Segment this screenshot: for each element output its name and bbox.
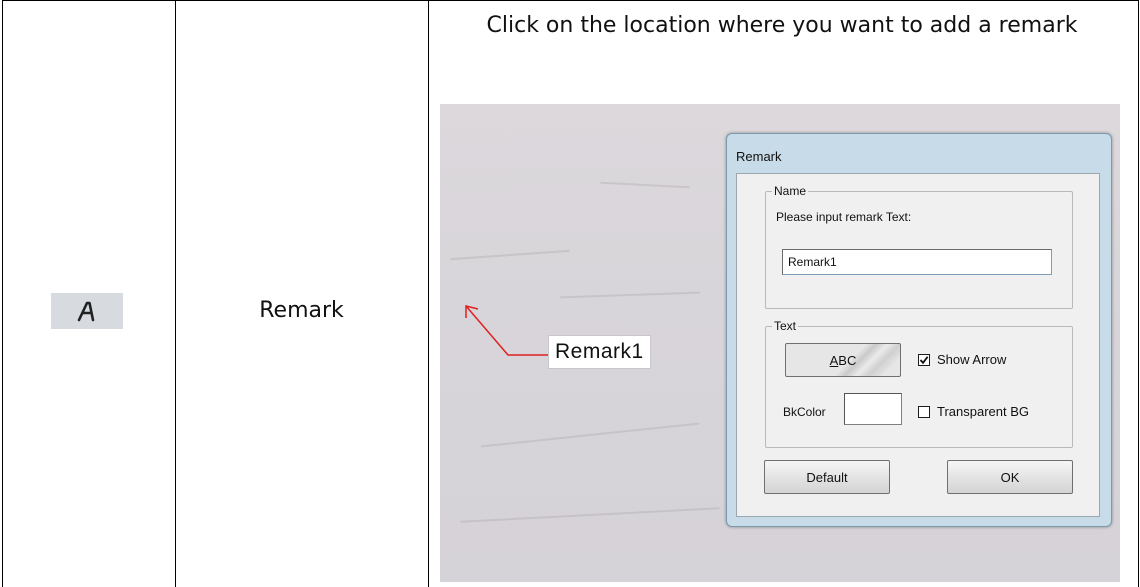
- remark-text-prompt: Please input remark Text:: [776, 210, 912, 224]
- remark-annotation-label[interactable]: Remark1: [548, 335, 651, 369]
- show-arrow-option[interactable]: Show Arrow: [918, 352, 1006, 367]
- tool-description: Click on the location where you want to …: [486, 13, 1078, 38]
- tool-name: Remark: [259, 298, 344, 323]
- letter-a-remark-icon: [77, 301, 95, 322]
- table-top-border: [2, 0, 1138, 1]
- table-border-left: [2, 0, 3, 587]
- remark-tool-icon[interactable]: [51, 293, 123, 329]
- table-column-divider-1: [175, 0, 176, 587]
- text-group-legend: Text: [772, 319, 799, 333]
- remark-dialog: Remark Name Please input remark Text: Te…: [726, 133, 1112, 527]
- remark-example-screenshot: Remark1 Remark Name Please input remark …: [440, 104, 1120, 582]
- dialog-body: Name Please input remark Text: Text ABC …: [736, 173, 1100, 517]
- show-arrow-checkbox[interactable]: [918, 353, 930, 366]
- name-group-legend: Name: [772, 184, 809, 198]
- table-border-right: [1138, 0, 1139, 587]
- table-column-divider-2: [428, 0, 429, 587]
- checkmark-icon: [919, 355, 929, 364]
- transparent-bg-label: Transparent BG: [937, 404, 1030, 419]
- show-arrow-label: Show Arrow: [937, 352, 1007, 367]
- default-button[interactable]: Default: [764, 460, 890, 494]
- bkcolor-label: BkColor: [783, 405, 826, 419]
- dialog-title: Remark: [736, 149, 782, 164]
- transparent-bg-checkbox[interactable]: [918, 405, 930, 418]
- ok-button[interactable]: OK: [947, 460, 1073, 494]
- transparent-bg-option[interactable]: Transparent BG: [918, 404, 1029, 419]
- text-group: Text ABC Show Arrow BkColor Transparent …: [765, 319, 1073, 448]
- remark-text-input[interactable]: [782, 249, 1052, 275]
- font-button[interactable]: ABC: [785, 343, 901, 377]
- font-button-label: ABC: [829, 352, 857, 368]
- bkcolor-swatch[interactable]: [844, 393, 902, 425]
- name-group: Name Please input remark Text:: [765, 184, 1073, 309]
